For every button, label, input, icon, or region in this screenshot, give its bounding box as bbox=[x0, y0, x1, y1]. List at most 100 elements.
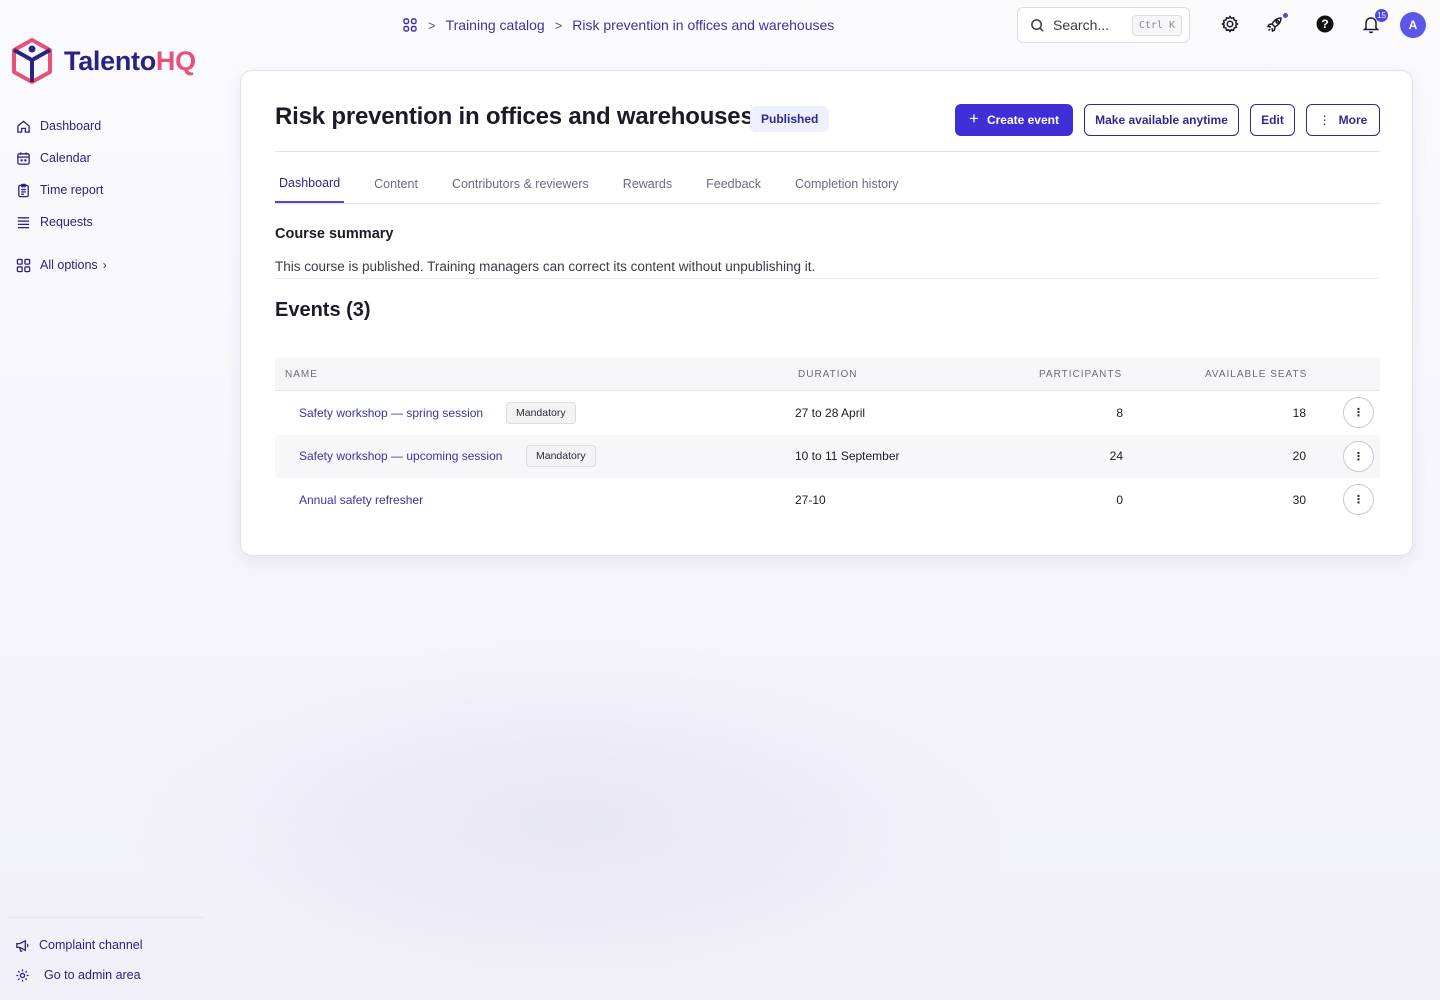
notification-count-badge: 15 bbox=[1375, 9, 1388, 22]
apps-grid-icon[interactable] bbox=[402, 17, 418, 33]
kebab-icon: ⋮ bbox=[1353, 407, 1364, 420]
user-avatar[interactable]: A bbox=[1400, 12, 1426, 38]
table-row[interactable]: Safety workshop — upcoming session Manda… bbox=[275, 434, 1380, 478]
sidebar-bottom-nav: Complaint channel Go to admin area bbox=[15, 930, 143, 990]
event-duration: 27-10 bbox=[795, 492, 826, 507]
svg-text:?: ? bbox=[1321, 17, 1328, 31]
tab-dashboard[interactable]: Dashboard bbox=[275, 165, 345, 203]
tab-content[interactable]: Content bbox=[357, 165, 435, 203]
sidebar-item-label: Dashboard bbox=[40, 119, 102, 133]
megaphone-icon bbox=[16, 939, 29, 952]
event-name-link[interactable]: Safety workshop — upcoming session bbox=[299, 449, 502, 463]
breadcrumb-training-catalog[interactable]: Training catalog bbox=[446, 17, 545, 33]
course-card: Risk prevention in offices and warehouse… bbox=[240, 70, 1413, 556]
event-participants: 24 bbox=[1109, 449, 1123, 464]
list-icon bbox=[17, 216, 30, 228]
make-available-anytime-label: Make available anytime bbox=[1095, 113, 1228, 127]
page-title: Risk prevention in offices and warehouse… bbox=[275, 103, 754, 130]
search-box[interactable]: Search... Ctrl K bbox=[1017, 7, 1190, 43]
column-header-participants: PARTICIPANTS bbox=[1039, 368, 1123, 380]
course-summary-text: This course is published. Training manag… bbox=[275, 259, 816, 274]
chevron-right-icon: > bbox=[554, 17, 563, 33]
row-actions-button[interactable]: ⋮ bbox=[1343, 484, 1374, 516]
create-event-button[interactable]: + Create event bbox=[955, 104, 1073, 136]
calendar-icon bbox=[17, 151, 30, 165]
event-duration: 10 to 11 September bbox=[795, 449, 900, 464]
table-header: NAME DURATION PARTICIPANTS AVAILABLE SEA… bbox=[275, 358, 1380, 391]
tab-contributors-reviewers[interactable]: Contributors & reviewers bbox=[435, 165, 606, 203]
kebab-icon: ⋮ bbox=[1318, 113, 1331, 127]
sidebar-item-requests[interactable]: Requests bbox=[16, 206, 107, 238]
tabs-divider bbox=[275, 203, 1380, 204]
column-header-name: NAME bbox=[285, 368, 318, 380]
sidebar-item-admin-area[interactable]: Go to admin area bbox=[15, 960, 143, 990]
chevron-right-icon: › bbox=[102, 258, 107, 272]
breadcrumb: > Training catalog > Risk prevention in … bbox=[402, 14, 834, 36]
course-summary-title: Course summary bbox=[275, 226, 394, 242]
events-table: NAME DURATION PARTICIPANTS AVAILABLE SEA… bbox=[275, 358, 1380, 522]
sidebar-item-label: Go to admin area bbox=[44, 968, 141, 982]
rocket-icon bbox=[1266, 17, 1282, 33]
more-label: More bbox=[1338, 113, 1368, 127]
course-tabs: Dashboard Content Contributors & reviewe… bbox=[275, 165, 916, 203]
event-available-seats: 18 bbox=[1292, 405, 1306, 420]
sidebar-item-label: Calendar bbox=[40, 151, 91, 165]
sidebar-divider bbox=[8, 917, 204, 918]
events-title: Events (3) bbox=[275, 299, 371, 321]
help-button[interactable]: ? bbox=[1314, 13, 1336, 35]
sidebar-item-dashboard[interactable]: Dashboard bbox=[16, 110, 107, 142]
gear-icon bbox=[16, 968, 29, 982]
event-available-seats: 20 bbox=[1292, 449, 1306, 464]
create-event-label: Create event bbox=[986, 113, 1059, 127]
row-actions-button[interactable]: ⋮ bbox=[1343, 397, 1374, 429]
mandatory-tag: Mandatory bbox=[506, 401, 576, 424]
column-header-duration: DURATION bbox=[798, 368, 858, 380]
event-participants: 0 bbox=[1116, 492, 1123, 507]
header-divider bbox=[275, 151, 1380, 152]
tab-feedback[interactable]: Feedback bbox=[689, 165, 778, 203]
sidebar-item-time-report[interactable]: Time report bbox=[16, 174, 107, 206]
table-row[interactable]: Safety workshop — spring session Mandato… bbox=[275, 391, 1380, 435]
brand-name: TalentoHQ bbox=[64, 45, 196, 76]
clipboard-icon bbox=[18, 183, 29, 197]
sidebar-item-all-options[interactable]: All options › bbox=[16, 249, 107, 281]
settings-button[interactable] bbox=[1219, 13, 1241, 35]
home-icon bbox=[17, 119, 30, 133]
more-button[interactable]: ⋮ More bbox=[1306, 104, 1380, 136]
event-participants: 8 bbox=[1116, 405, 1123, 420]
row-actions-button[interactable]: ⋮ bbox=[1343, 440, 1374, 472]
gear-icon bbox=[1221, 15, 1239, 33]
kebab-icon: ⋮ bbox=[1353, 494, 1364, 507]
event-name-link[interactable]: Safety workshop — spring session bbox=[299, 406, 483, 420]
mandatory-tag: Mandatory bbox=[526, 445, 596, 468]
edit-button[interactable]: Edit bbox=[1250, 104, 1295, 136]
event-available-seats: 30 bbox=[1292, 492, 1306, 507]
tab-completion-history[interactable]: Completion history bbox=[778, 165, 916, 203]
sidebar-item-label: Complaint channel bbox=[39, 938, 143, 952]
chevron-right-icon: > bbox=[428, 17, 436, 33]
sidebar-nav: Dashboard Calendar Time report Requests … bbox=[16, 110, 107, 281]
tab-rewards[interactable]: Rewards bbox=[606, 165, 689, 203]
new-indicator-dot bbox=[1283, 13, 1288, 18]
event-duration: 27 to 28 April bbox=[795, 405, 866, 420]
logo-cube-icon bbox=[12, 38, 52, 84]
edit-label: Edit bbox=[1261, 113, 1284, 127]
sidebar-item-calendar[interactable]: Calendar bbox=[16, 142, 107, 174]
make-available-anytime-button[interactable]: Make available anytime bbox=[1084, 104, 1239, 136]
status-badge: Published bbox=[750, 106, 830, 132]
kebab-icon: ⋮ bbox=[1353, 450, 1364, 463]
search-shortcut: Ctrl K bbox=[1131, 14, 1182, 36]
sidebar-item-label: Time report bbox=[40, 183, 104, 197]
sidebar-item-complaint-channel[interactable]: Complaint channel bbox=[15, 930, 143, 960]
column-header-available-seats: AVAILABLE SEATS bbox=[1205, 368, 1308, 380]
brand-logo[interactable]: TalentoHQ bbox=[12, 38, 196, 84]
grid-icon bbox=[16, 258, 31, 272]
help-icon: ? bbox=[1316, 15, 1334, 33]
search-placeholder: Search... bbox=[1053, 17, 1110, 33]
table-row[interactable]: Annual safety refresher 27-10 0 30 ⋮ bbox=[275, 478, 1380, 522]
breadcrumb-current-course[interactable]: Risk prevention in offices and warehouse… bbox=[572, 17, 834, 33]
plus-icon: + bbox=[969, 109, 979, 128]
search-icon bbox=[1031, 18, 1044, 32]
sidebar-item-label: Requests bbox=[40, 215, 93, 229]
event-name-link[interactable]: Annual safety refresher bbox=[299, 493, 423, 507]
